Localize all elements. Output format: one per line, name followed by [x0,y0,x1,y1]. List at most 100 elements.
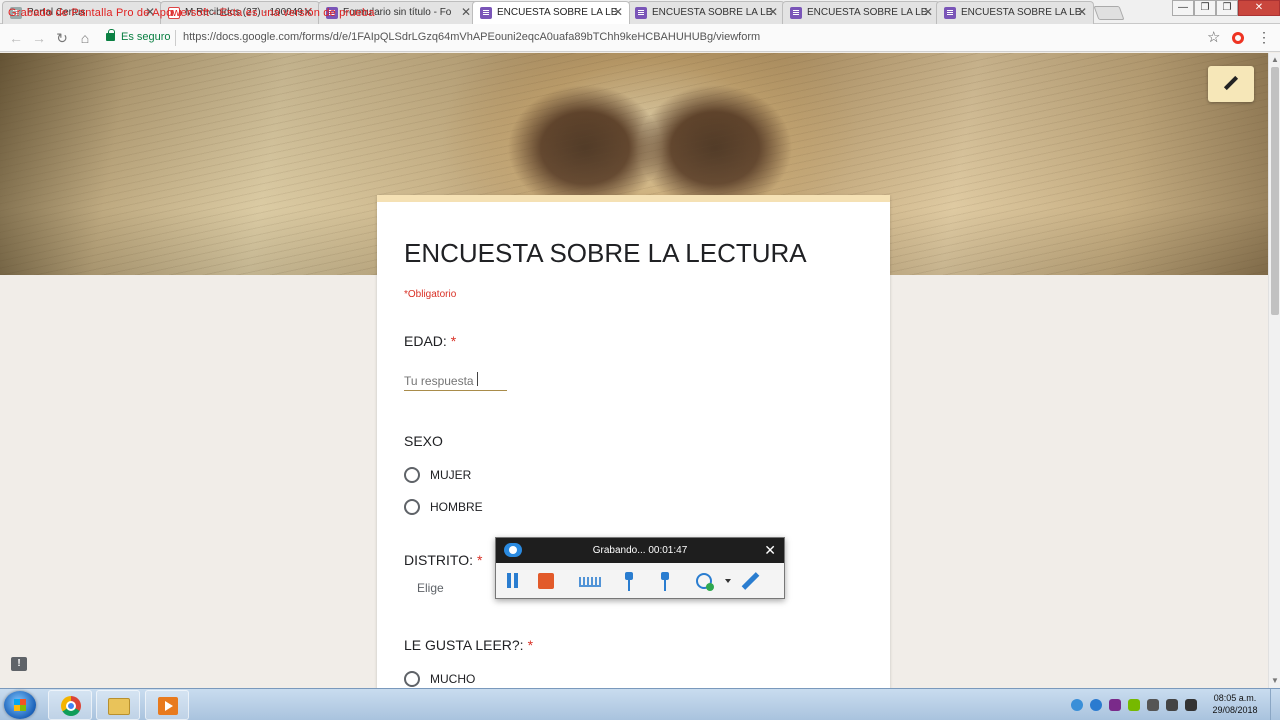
tab-close-icon[interactable]: ✕ [613,5,623,19]
divider [175,30,176,46]
system-sound-icon[interactable] [620,572,638,591]
network-tray-icon[interactable] [1090,699,1102,711]
required-asterisk: * [527,637,534,653]
distrito-dropdown[interactable]: Elige [417,581,444,595]
recorder-header[interactable]: Grabando... 00:01:47 ✕ [496,538,784,563]
required-asterisk: * [450,333,457,349]
option-mujer[interactable]: MUJER [404,465,471,485]
taskbar-chrome[interactable] [48,690,92,720]
recorder-tray-icon[interactable] [1071,699,1083,711]
required-note: *Obligatorio [404,289,457,300]
clock-time: 08:05 a.m. [1213,693,1257,703]
show-desktop-button[interactable] [1270,689,1280,720]
radio-button[interactable] [404,467,420,483]
back-arrow-icon[interactable]: ← [6,28,26,48]
tab-encuesta-2[interactable]: ENCUESTA SOBRE LA LEC ✕ [627,1,785,24]
action-center-icon[interactable] [1185,699,1197,711]
volume-icon[interactable] [1147,699,1159,711]
minimize-button[interactable]: — [1172,0,1194,16]
taskbar-media[interactable] [145,690,189,720]
required-asterisk: * [476,552,483,568]
edad-answer-input[interactable] [404,372,507,391]
lock-icon[interactable] [106,29,115,41]
option-label: MUJER [430,468,472,482]
folder-icon [108,698,130,715]
tab-encuesta-4[interactable]: ENCUESTA SOBRE LA LEC ✕ [936,1,1094,24]
forms-icon [944,7,956,19]
scroll-thumb[interactable] [1271,67,1279,315]
reload-icon[interactable]: ↻ [52,28,72,48]
tab-encuesta-3[interactable]: ENCUESTA SOBRE LA LEC ✕ [782,1,940,24]
tab-label: ENCUESTA SOBRE LA LEC [961,7,1081,18]
pause-icon[interactable] [504,572,522,590]
microphone-icon[interactable] [656,572,674,591]
forms-icon [635,7,647,19]
question-label: DISTRITO: [404,552,473,568]
tab-close-icon[interactable]: ✕ [923,5,933,19]
clock-date: 29/08/2018 [1212,705,1258,715]
network-icon[interactable] [1166,699,1178,711]
chrome-icon [61,696,81,716]
restore-button[interactable]: ❐ [1194,0,1216,16]
question-label: EDAD: [404,333,447,349]
tab-close-icon[interactable]: ✕ [1077,5,1087,19]
feedback-icon[interactable]: ! [11,657,27,671]
question-sexo: SEXO [404,433,443,449]
browser-menu-icon[interactable]: ⋮ [1257,29,1271,46]
edit-form-button[interactable] [1208,66,1254,102]
annotate-pen-icon[interactable] [741,572,759,590]
onenote-tray-icon[interactable] [1109,699,1121,711]
tab-label: ENCUESTA SOBRE LA LEC [652,7,772,18]
recording-status: Grabando... 00:01:47 [592,545,688,556]
audio-level-icon[interactable] [579,577,601,587]
media-player-icon [158,697,178,715]
new-tab-button[interactable] [1093,6,1125,20]
option-label: HOMBRE [430,500,483,514]
forms-icon [790,7,802,19]
taskbar-clock[interactable]: 08:05 a.m. 29/08/2018 [1206,692,1264,716]
recorder-close-icon[interactable]: ✕ [764,542,776,558]
question-le-gusta-leer: LE GUSTA LEER?: * [404,637,533,653]
option-mucho[interactable]: MUCHO [404,669,475,689]
scroll-up-icon[interactable]: ▲ [1271,55,1279,64]
url-field[interactable]: https://docs.google.com/forms/d/e/1FAIpQ… [183,31,760,43]
stop-icon[interactable] [538,573,554,589]
windows-taskbar: 08:05 a.m. 29/08/2018 [0,688,1280,720]
page-scrollbar[interactable]: ▲ ▼ [1268,53,1280,688]
forward-arrow-icon[interactable]: → [29,28,49,48]
webcam-icon[interactable] [696,573,714,591]
taskbar-explorer[interactable] [96,690,140,720]
question-distrito: DISTRITO: * [404,552,482,568]
close-window-button[interactable]: ✕ [1238,0,1280,16]
opera-extension-icon[interactable] [1232,32,1244,44]
screen-recorder-widget: Grabando... 00:01:47 ✕ [495,537,785,599]
option-hombre[interactable]: HOMBRE [404,497,483,517]
scroll-down-icon[interactable]: ▼ [1271,676,1279,685]
question-label: SEXO [404,433,443,449]
option-label: MUCHO [430,672,476,686]
tab-label: ENCUESTA SOBRE LA LEC [807,7,927,18]
pencil-icon [1223,76,1239,92]
start-button[interactable] [4,691,36,719]
radio-button[interactable] [404,499,420,515]
tab-encuesta-active[interactable]: ENCUESTA SOBRE LA LEC ✕ [472,1,630,24]
tab-close-icon[interactable]: ✕ [768,5,778,19]
nvidia-tray-icon[interactable] [1128,699,1140,711]
tab-label: ENCUESTA SOBRE LA LEC [497,7,617,18]
forms-icon [480,7,492,19]
home-icon[interactable]: ⌂ [75,28,95,48]
browser-toolbar: ← → ↻ ⌂ Es seguro https://docs.google.co… [0,24,1280,52]
question-label: LE GUSTA LEER?: [404,637,524,653]
bookmark-star-icon[interactable]: ☆ [1207,28,1220,46]
radio-button[interactable] [404,671,420,687]
tab-close-icon[interactable]: ✕ [461,5,471,19]
secure-label[interactable]: Es seguro [121,31,171,43]
form-title: ENCUESTA SOBRE LA LECTURA [404,238,807,268]
recorder-toolbar [496,563,784,599]
text-cursor [477,372,478,386]
recorder-watermark: Grabado de Pantalla Pro de Apowersoft - … [8,7,375,19]
maximize-button[interactable]: ❐ [1216,0,1238,16]
form-card: ENCUESTA SOBRE LA LECTURA *Obligatorio E… [377,195,890,695]
chevron-down-icon[interactable] [725,579,731,583]
question-edad: EDAD: * [404,333,456,349]
